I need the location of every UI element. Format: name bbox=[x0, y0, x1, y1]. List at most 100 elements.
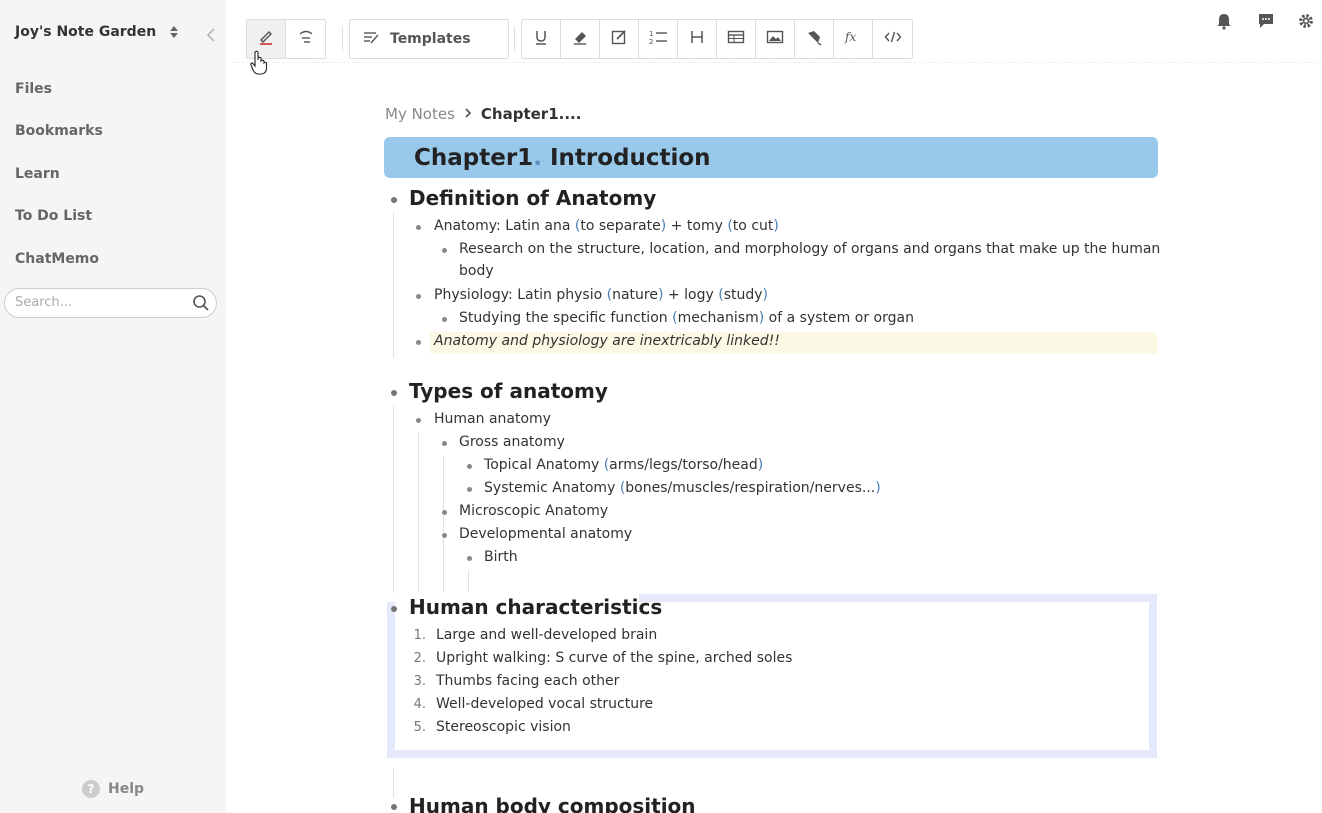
edit-box-button[interactable] bbox=[600, 20, 639, 58]
sidebar-item-files[interactable]: Files bbox=[15, 81, 52, 97]
bullet bbox=[391, 804, 397, 810]
help-link[interactable]: ? Help bbox=[82, 780, 144, 798]
section-heading[interactable]: Types of anatomy bbox=[409, 379, 608, 403]
collapse-sidebar-icon[interactable] bbox=[202, 26, 220, 44]
bullet bbox=[442, 510, 447, 515]
bullet bbox=[391, 197, 397, 203]
list-number: 5. bbox=[413, 720, 426, 735]
section-heading[interactable]: Definition of Anatomy bbox=[409, 186, 656, 210]
chevron-right-icon bbox=[463, 105, 473, 123]
list-number: 1. bbox=[413, 628, 426, 643]
bullet bbox=[416, 225, 421, 230]
draw-button[interactable] bbox=[795, 20, 834, 58]
heading-button[interactable] bbox=[678, 20, 717, 58]
list-number: 2. bbox=[413, 651, 426, 666]
bullet bbox=[467, 556, 472, 561]
search-input[interactable] bbox=[15, 295, 185, 310]
pen-edit-icon bbox=[257, 28, 275, 50]
list-item[interactable]: Research on the structure, location, and… bbox=[459, 241, 1160, 257]
pen-nib-icon bbox=[805, 28, 823, 50]
toolbar-divider bbox=[514, 27, 515, 51]
indent-guide bbox=[393, 768, 394, 798]
chat-icon[interactable] bbox=[1256, 11, 1276, 31]
search-box bbox=[4, 288, 217, 318]
indent-guide bbox=[468, 570, 469, 592]
workspace-switcher[interactable]: Joy's Note Garden bbox=[15, 24, 179, 40]
bullet bbox=[442, 317, 447, 322]
bullet bbox=[416, 340, 421, 345]
function-icon: fx bbox=[843, 29, 863, 49]
breadcrumb-current: Chapter1.... bbox=[480, 105, 582, 123]
list-item[interactable]: Developmental anatomy bbox=[459, 526, 632, 542]
indent-guide bbox=[443, 456, 444, 592]
numbered-list-icon: 12 bbox=[648, 28, 668, 50]
templates-button[interactable]: Templates bbox=[349, 19, 509, 59]
numbered-item[interactable]: Large and well-developed brain bbox=[436, 627, 657, 643]
sidebar-item-learn[interactable]: Learn bbox=[15, 166, 60, 182]
section-heading[interactable]: Human body composition bbox=[409, 794, 696, 813]
list-item[interactable]: Gross anatomy bbox=[459, 434, 565, 450]
sidebar-item-chatmemo[interactable]: ChatMemo bbox=[15, 251, 99, 267]
code-button[interactable] bbox=[873, 20, 912, 58]
list-item[interactable]: Human anatomy bbox=[434, 411, 551, 427]
list-item-continuation[interactable]: body bbox=[459, 263, 494, 279]
svg-text:1: 1 bbox=[649, 30, 653, 38]
underline-icon bbox=[532, 28, 550, 50]
numbered-item[interactable]: Well-developed vocal structure bbox=[436, 696, 653, 712]
sort-arrows-icon bbox=[170, 26, 179, 38]
bullet bbox=[391, 390, 397, 396]
breadcrumb: My Notes Chapter1.... bbox=[385, 105, 581, 123]
list-item[interactable]: Studying the specific function (mechanis… bbox=[459, 310, 914, 326]
svg-text:2: 2 bbox=[649, 38, 653, 46]
bullet bbox=[442, 248, 447, 253]
bullet bbox=[442, 441, 447, 446]
list-number: 4. bbox=[413, 697, 426, 712]
templates-label: Templates bbox=[390, 31, 471, 47]
list-number: 3. bbox=[413, 674, 426, 689]
eraser-icon bbox=[571, 28, 589, 50]
bullet bbox=[467, 464, 472, 469]
outline-icon bbox=[297, 28, 315, 50]
search-icon[interactable] bbox=[192, 294, 210, 316]
list-item[interactable]: Birth bbox=[484, 549, 518, 565]
list-item[interactable]: Physiology: Latin physio (nature) + logy… bbox=[434, 287, 768, 303]
chapter-title-dot: . bbox=[533, 144, 542, 171]
sidebar-item-bookmarks[interactable]: Bookmarks bbox=[15, 123, 103, 139]
edit-box-icon bbox=[610, 28, 628, 50]
bell-icon[interactable] bbox=[1214, 11, 1234, 31]
list-item[interactable]: Systemic Anatomy (bones/muscles/respirat… bbox=[484, 480, 881, 496]
outline-mode-button[interactable] bbox=[286, 20, 325, 58]
hand-cursor-icon bbox=[250, 50, 268, 80]
image-button[interactable] bbox=[756, 20, 795, 58]
bullet bbox=[416, 418, 421, 423]
table-button[interactable] bbox=[717, 20, 756, 58]
help-label: Help bbox=[108, 781, 145, 797]
breadcrumb-root[interactable]: My Notes bbox=[385, 105, 455, 123]
underline-button[interactable] bbox=[522, 20, 561, 58]
sidebar: Joy's Note Garden Files Bookmarks Learn … bbox=[0, 0, 226, 813]
toolbar-divider bbox=[342, 27, 343, 51]
image-icon bbox=[766, 29, 784, 49]
gear-icon[interactable] bbox=[1296, 11, 1316, 31]
numbered-item[interactable]: Thumbs facing each other bbox=[436, 673, 619, 689]
table-icon bbox=[727, 29, 745, 49]
svg-text:fx: fx bbox=[844, 30, 856, 44]
section-heading[interactable]: Human characteristics bbox=[409, 595, 662, 619]
numbered-list-button[interactable]: 12 bbox=[639, 20, 678, 58]
formula-button[interactable]: fx bbox=[834, 20, 873, 58]
indent-guide bbox=[418, 432, 419, 592]
numbered-item[interactable]: Upright walking: S curve of the spine, a… bbox=[436, 650, 792, 666]
highlight-button[interactable] bbox=[561, 20, 600, 58]
format-toolbar: 12 fx bbox=[521, 19, 913, 59]
workspace-title: Joy's Note Garden bbox=[15, 24, 157, 40]
list-item[interactable]: Microscopic Anatomy bbox=[459, 503, 608, 519]
sidebar-item-todo[interactable]: To Do List bbox=[15, 208, 92, 224]
bullet bbox=[416, 294, 421, 299]
numbered-item[interactable]: Stereoscopic vision bbox=[436, 719, 571, 735]
list-item[interactable]: Topical Anatomy (arms/legs/torso/head) bbox=[484, 457, 763, 473]
list-item[interactable]: Anatomy: Latin ana (to separate) + tomy … bbox=[434, 218, 779, 234]
indent-guide bbox=[393, 212, 394, 358]
heading-icon bbox=[689, 29, 705, 49]
chapter-title[interactable]: Chapter1. Introduction bbox=[384, 137, 1158, 178]
list-item[interactable]: Anatomy and physiology are inextricably … bbox=[434, 333, 780, 349]
